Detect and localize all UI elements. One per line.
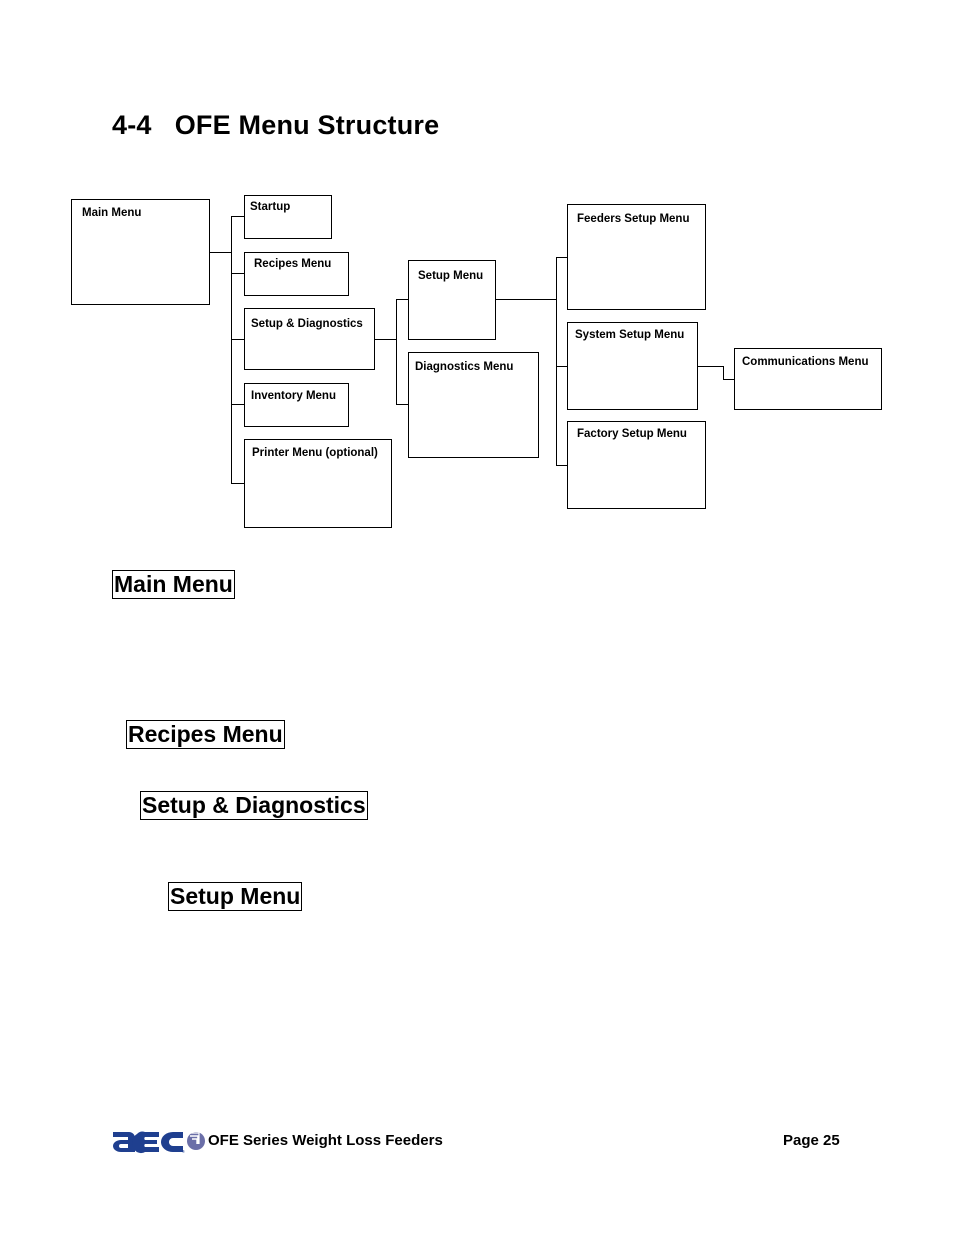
node-inventory-menu: Inventory Menu	[244, 383, 349, 427]
connector	[231, 273, 244, 274]
node-system-setup-menu: System Setup Menu	[567, 322, 698, 410]
footer-product-name: OFE Series Weight Loss Feeders	[208, 1132, 443, 1149]
page-title: 4-4 OFE Menu Structure	[112, 110, 440, 140]
connector	[231, 404, 244, 405]
section-heading-main-menu: Main Menu	[112, 570, 235, 599]
connector	[496, 299, 556, 300]
connector	[396, 404, 408, 405]
connector	[210, 252, 231, 253]
node-printer-menu: Printer Menu (optional)	[244, 439, 392, 528]
node-label: Communications Menu	[742, 356, 869, 368]
node-setup-diagnostics: Setup & Diagnostics	[244, 308, 375, 370]
section-heading-setup-menu: Setup Menu	[168, 882, 303, 911]
node-label: Setup & Diagnostics	[251, 318, 363, 330]
connector	[231, 483, 244, 484]
node-factory-setup-menu: Factory Setup Menu	[567, 421, 706, 509]
node-label: Main Menu	[82, 207, 142, 219]
connector	[556, 366, 567, 367]
svg-text:®: ®	[182, 1149, 185, 1154]
connector	[698, 366, 723, 367]
connector	[231, 216, 232, 484]
connector	[375, 339, 396, 340]
footer-page-number: Page 25	[783, 1132, 840, 1149]
connector	[556, 257, 567, 258]
node-diagnostics-menu: Diagnostics Menu	[408, 352, 539, 458]
node-label: Setup Menu	[418, 270, 484, 282]
connector	[231, 216, 244, 217]
connector	[723, 366, 724, 379]
node-label: Feeders Setup Menu	[577, 213, 690, 225]
connector	[556, 257, 557, 465]
section-heading-setup-diagnostics: Setup & Diagnostics	[140, 791, 368, 820]
node-label: Printer Menu (optional)	[252, 447, 378, 459]
node-main-menu: Main Menu	[71, 199, 210, 305]
connector	[231, 339, 244, 340]
node-label: Factory Setup Menu	[577, 428, 687, 440]
node-label: Recipes Menu	[254, 258, 332, 270]
node-feeders-setup-menu: Feeders Setup Menu	[567, 204, 706, 310]
node-label: Startup	[250, 201, 291, 213]
connector	[723, 379, 734, 380]
node-communications-menu: Communications Menu	[734, 348, 882, 410]
aec-logo-icon: ®	[113, 1131, 205, 1154]
connector	[396, 299, 408, 300]
node-label: System Setup Menu	[575, 329, 685, 341]
connector	[556, 465, 567, 466]
node-setup-menu: Setup Menu	[408, 260, 496, 340]
node-label: Diagnostics Menu	[415, 361, 514, 373]
connector	[396, 299, 397, 404]
menu-structure-diagram: Main Menu Startup Recipes Menu Setup & D…	[0, 0, 954, 560]
node-startup: Startup	[244, 195, 332, 239]
node-label: Inventory Menu	[251, 390, 336, 402]
section-heading-recipes-menu: Recipes Menu	[126, 720, 285, 749]
node-recipes-menu: Recipes Menu	[244, 252, 349, 296]
